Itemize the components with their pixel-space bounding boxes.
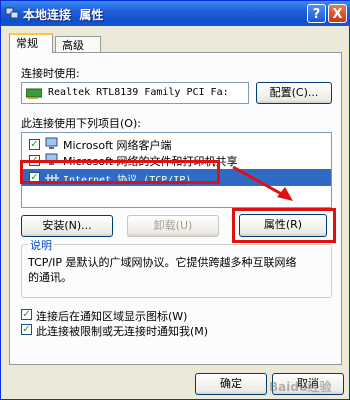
description-text-line2: 的通讯。 xyxy=(28,271,72,284)
annotation-arrow-icon xyxy=(232,165,293,201)
general-tab-panel: 连接时使用: Realtek RTL8139 Family PCI Fa: 配置… xyxy=(9,52,342,365)
annotation-box-item xyxy=(20,160,220,184)
show-icon-label: 连接后在通知区域显示图标(W) xyxy=(36,310,188,323)
item-label: Microsoft 网络客户端 xyxy=(63,139,172,152)
network-connection-icon xyxy=(5,7,19,19)
network-client-icon xyxy=(45,137,58,149)
description-text-line1: TCP/IP 是默认的广域网协议。它提供跨越多种互联网络 xyxy=(28,256,297,269)
description-title: 说明 xyxy=(28,237,54,253)
adapter-field[interactable]: Realtek RTL8139 Family PCI Fa: xyxy=(21,82,249,104)
window-title: 本地连接 属性 xyxy=(23,8,104,22)
adapter-name: Realtek RTL8139 Family PCI Fa: xyxy=(48,87,229,98)
network-adapter-icon xyxy=(26,88,42,99)
notify-label: 此连接被限制或无连接时通知我(M) xyxy=(36,325,209,338)
title-bar[interactable]: 本地连接 属性 ? X xyxy=(1,1,350,26)
description-group: 说明 TCP/IP 是默认的广域网协议。它提供跨越多种互联网络 的通讯。 xyxy=(21,237,332,298)
uninstall-button[interactable]: 卸载(U) xyxy=(127,215,219,237)
connect-using-label: 连接时使用: xyxy=(21,67,80,80)
items-label: 此连接使用下列项目(O): xyxy=(21,117,141,130)
watermark: Baidu经验 xyxy=(269,380,332,394)
notify-checkbox[interactable]: ✓ xyxy=(21,324,32,335)
tab-general[interactable]: 常规 xyxy=(9,33,53,53)
show-icon-option[interactable]: ✓ 连接后在通知区域显示图标(W) xyxy=(21,308,321,323)
install-button[interactable]: 安装(N)... xyxy=(21,215,113,237)
show-icon-checkbox[interactable]: ✓ xyxy=(21,309,32,320)
item-checkbox[interactable]: ✓ xyxy=(29,139,40,150)
help-button[interactable]: ? xyxy=(307,4,326,23)
configure-button[interactable]: 配置(C)... xyxy=(256,82,332,104)
properties-button[interactable]: 属性(R) xyxy=(239,214,327,237)
properties-dialog: 本地连接 属性 ? X 常规 高级 连接时使用: Realtek RTL8139… xyxy=(0,0,350,400)
ok-button[interactable]: 确定 xyxy=(195,373,267,395)
list-item[interactable]: ✓ Microsoft 网络客户端 xyxy=(22,136,331,152)
notify-option[interactable]: ✓ 此连接被限制或无连接时通知我(M) xyxy=(21,323,321,338)
close-button[interactable]: X xyxy=(328,4,347,23)
